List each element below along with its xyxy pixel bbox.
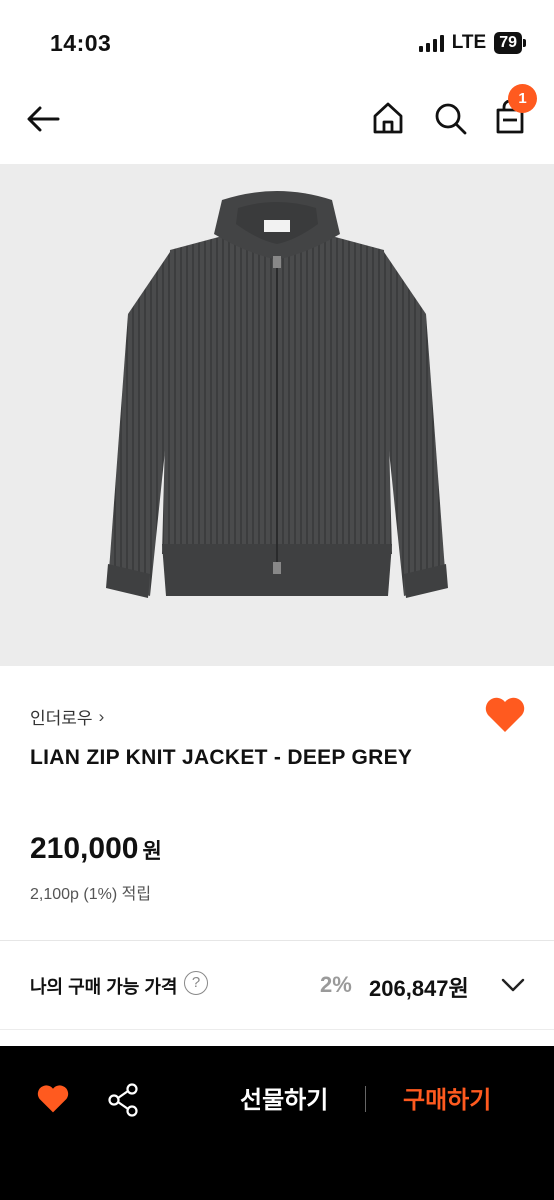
price-unit: 원 [142, 840, 162, 863]
network-label: LTE [451, 32, 487, 53]
back-button[interactable] [24, 100, 64, 140]
chevron-down-icon [501, 978, 525, 992]
my-price-row[interactable]: 나의 구매 가능 가격 ? 2% 206,847원 [0, 941, 554, 1029]
price: 210,000 [30, 832, 139, 865]
points-info: 2,100p (1%) 적립 [30, 886, 152, 903]
arrow-left-icon [27, 106, 60, 132]
buy-button[interactable]: 구매하기 [403, 1080, 491, 1115]
heart-icon [485, 697, 525, 732]
battery-icon: 79 [494, 32, 526, 54]
bottom-like-button[interactable] [36, 1084, 70, 1114]
share-icon [108, 1083, 138, 1117]
nav-bar [0, 80, 554, 164]
discount-rate: 2% [320, 972, 352, 997]
status-indicators: LTE 79 [418, 32, 526, 54]
chevron-right-icon: › [98, 706, 105, 726]
gift-button[interactable]: 선물하기 [240, 1080, 328, 1115]
home-button[interactable] [368, 98, 408, 138]
heart-icon [37, 1085, 69, 1113]
divider [0, 1029, 554, 1030]
like-button[interactable] [484, 696, 526, 734]
expand-button[interactable] [500, 975, 526, 995]
brand-name: 인더로우 [30, 709, 93, 728]
price-row: 210,000 원 [30, 832, 162, 866]
bottom-action-bar: 선물하기 구매하기 [0, 1046, 554, 1200]
share-button[interactable] [106, 1082, 142, 1118]
my-price-label: 나의 구매 가능 가격 [30, 977, 178, 997]
battery-level: 79 [494, 32, 522, 54]
product-image[interactable] [0, 164, 554, 666]
search-button[interactable] [430, 98, 470, 138]
brand-link[interactable]: 인더로우 › [30, 704, 104, 729]
cart-count-badge: 1 [508, 84, 537, 113]
help-icon[interactable]: ? [184, 971, 208, 995]
knit-jacket-image [106, 191, 448, 598]
search-icon [435, 103, 467, 135]
status-bar: 14:03 LTE 79 [0, 0, 554, 80]
status-time: 14:03 [50, 30, 112, 56]
product-name: LIAN ZIP KNIT JACKET - DEEP GREY [30, 746, 413, 769]
signal-icon [418, 34, 444, 52]
home-icon [373, 102, 403, 134]
my-price: 206,847원 [369, 976, 469, 1001]
divider [365, 1086, 366, 1112]
